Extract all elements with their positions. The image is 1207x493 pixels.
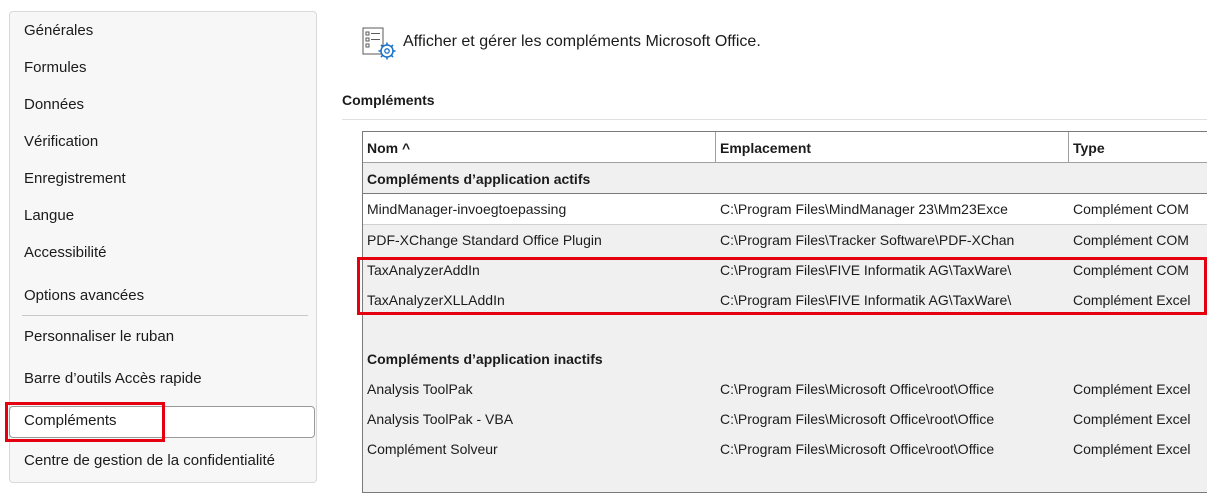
table-row[interactable]: MindManager-invoegtoepassing C:\Program …	[363, 193, 1207, 225]
addin-type: Complément Excel	[1073, 441, 1191, 457]
section-divider	[342, 119, 1207, 120]
nav-item-donnees[interactable]: Données	[9, 90, 309, 120]
addin-name: MindManager-invoegtoepassing	[367, 201, 567, 217]
header-description: Afficher et gérer les compléments Micros…	[403, 33, 761, 50]
group-label-inactive: Compléments d’application inactifs	[367, 351, 603, 367]
table-row[interactable]: TaxAnalyzerAddIn C:\Program Files\FIVE I…	[363, 255, 1207, 285]
addin-type: Complément COM	[1073, 201, 1189, 217]
addin-type: Complément COM	[1073, 232, 1189, 248]
addin-location: C:\Program Files\FIVE Informatik AG\TaxW…	[720, 262, 1012, 278]
nav-item-enregistrement[interactable]: Enregistrement	[9, 164, 309, 194]
nav-item-verification[interactable]: Vérification	[9, 127, 309, 157]
nav-item-generales[interactable]: Générales	[9, 16, 309, 46]
table-row[interactable]: TaxAnalyzerXLLAddIn C:\Program Files\FIV…	[363, 285, 1207, 315]
section-title: Compléments	[342, 92, 435, 108]
nav-item-accessibilite[interactable]: Accessibilité	[9, 238, 309, 268]
options-sidebar: Générales Formules Données Vérification …	[0, 0, 320, 483]
group-label-active: Compléments d’application actifs	[367, 171, 591, 187]
table-header: Nom ^ Emplacement Type	[363, 132, 1207, 163]
addins-table: Nom ^ Emplacement Type Compléments d’app…	[362, 131, 1207, 493]
nav-item-complements[interactable]: Compléments	[9, 406, 315, 438]
column-header-nom[interactable]: Nom ^	[363, 132, 716, 162]
addin-location: C:\Program Files\MindManager 23\Mm23Exce	[720, 201, 1008, 217]
nav-item-formules[interactable]: Formules	[9, 53, 309, 83]
addin-location: C:\Program Files\FIVE Informatik AG\TaxW…	[720, 292, 1012, 308]
addin-type: Complément Excel	[1073, 292, 1191, 308]
nav-item-langue[interactable]: Langue	[9, 201, 309, 231]
addin-location: C:\Program Files\Microsoft Office\root\O…	[720, 411, 995, 427]
addin-name: TaxAnalyzerAddIn	[367, 262, 480, 278]
group-header-active: Compléments d’application actifs	[363, 164, 1207, 194]
addin-location: C:\Program Files\Microsoft Office\root\O…	[720, 381, 995, 397]
nav-item-personnaliser-ruban[interactable]: Personnaliser le ruban	[9, 322, 309, 352]
addin-type: Complément Excel	[1073, 411, 1191, 427]
addin-name: Analysis ToolPak - VBA	[367, 411, 514, 427]
addin-name: TaxAnalyzerXLLAddIn	[367, 292, 505, 308]
column-header-emplacement[interactable]: Emplacement	[716, 132, 1069, 162]
group-header-inactive: Compléments d’application inactifs	[363, 344, 1207, 374]
addin-location: C:\Program Files\Tracker Software\PDF-XC…	[720, 232, 1015, 248]
addin-type: Complément Excel	[1073, 381, 1191, 397]
table-row[interactable]: Complément Solveur C:\Program Files\Micr…	[363, 434, 1207, 464]
nav-item-barre-acces-rapide[interactable]: Barre d’outils Accès rapide	[9, 364, 309, 394]
table-row[interactable]: Analysis ToolPak C:\Program Files\Micros…	[363, 374, 1207, 404]
addin-name: PDF-XChange Standard Office Plugin	[367, 232, 602, 248]
column-header-type[interactable]: Type	[1069, 132, 1207, 162]
addin-name: Analysis ToolPak	[367, 381, 473, 397]
table-row[interactable]: PDF-XChange Standard Office Plugin C:\Pr…	[363, 225, 1207, 255]
addins-settings-icon	[361, 27, 397, 61]
addin-type: Complément COM	[1073, 262, 1189, 278]
table-row[interactable]: Analysis ToolPak - VBA C:\Program Files\…	[363, 404, 1207, 434]
addin-name: Complément Solveur	[367, 441, 498, 457]
nav-divider	[22, 315, 308, 316]
addin-location: C:\Program Files\Microsoft Office\root\O…	[720, 441, 995, 457]
main-panel: Afficher et gérer les compléments Micros…	[320, 0, 1207, 493]
nav-item-options-avancees[interactable]: Options avancées	[9, 281, 309, 311]
